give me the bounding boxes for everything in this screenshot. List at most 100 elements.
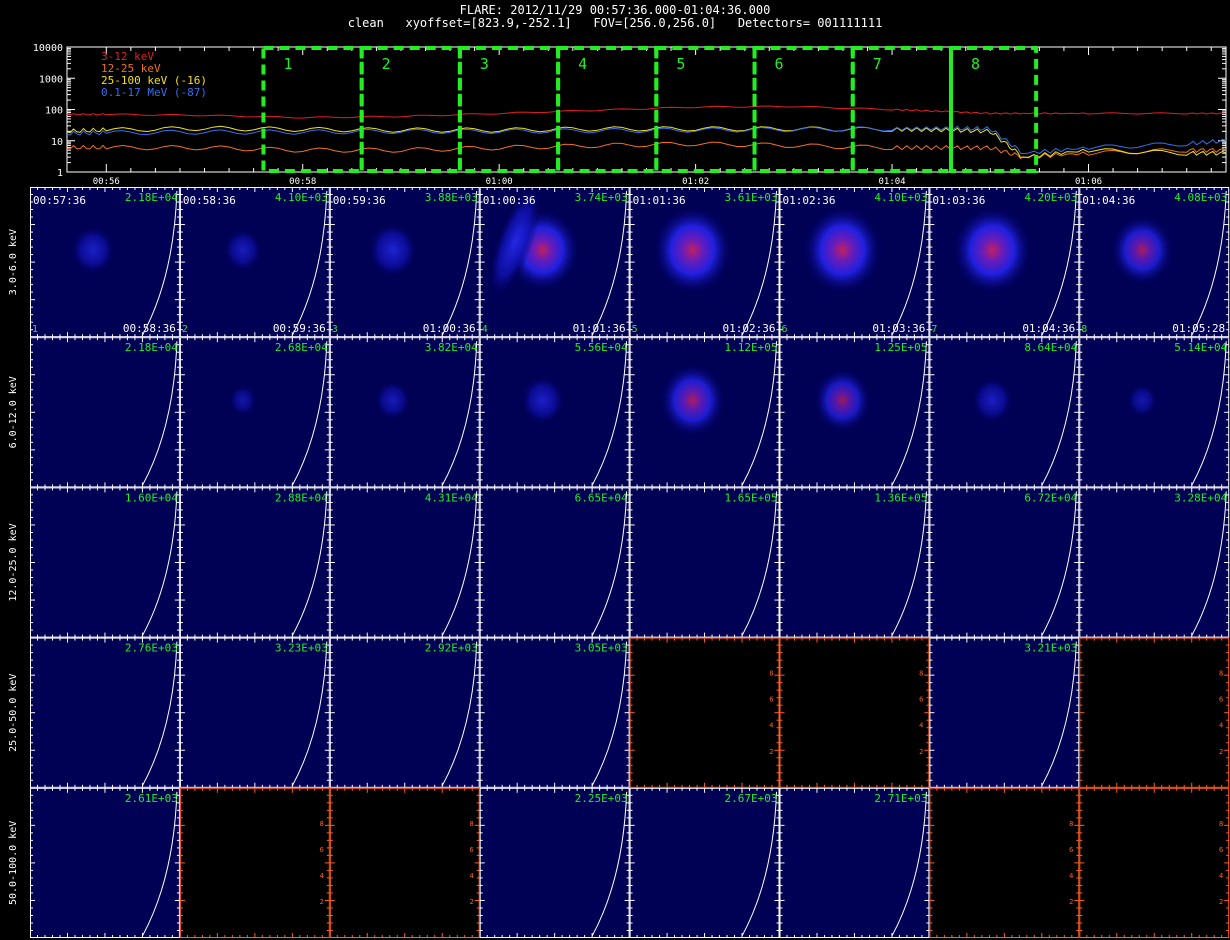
panel-background xyxy=(179,637,330,788)
image-panel: 3.88E+03 00:59:36 01:00:36 3 xyxy=(329,187,480,338)
image-panel: 2 4 6 8 xyxy=(629,637,780,788)
empty-axis-label: 2 xyxy=(769,748,773,756)
peak-value-label: 2.88E+04 xyxy=(275,491,328,504)
source-blob xyxy=(374,380,411,421)
image-panel: 3.61E+03 01:01:36 01:02:36 5 xyxy=(629,187,780,338)
image-panel: 4.20E+03 01:03:36 01:04:36 7 xyxy=(929,187,1080,338)
interval-number: 6 xyxy=(782,324,788,335)
image-panel: 2.76E+03 xyxy=(30,637,180,788)
peak-value-label: 5.56E+04 xyxy=(575,341,628,354)
empty-axis-label: 4 xyxy=(1219,872,1223,880)
peak-value-label: 4.10E+03 xyxy=(874,191,927,204)
empty-axis-label: 2 xyxy=(469,898,473,906)
empty-axis-label: 2 xyxy=(1219,748,1223,756)
empty-axis-label: 8 xyxy=(919,670,923,678)
energy-band-label: 50.0-100.0 keV xyxy=(8,821,19,905)
image-panel: 4.08E+03 01:04:36 01:05:28 8 xyxy=(1079,187,1230,338)
peak-value-label: 8.64E+04 xyxy=(1024,341,1077,354)
empty-axis-label: 4 xyxy=(320,872,324,880)
interval-number: 1 xyxy=(32,324,38,335)
peak-value-label: 3.21E+03 xyxy=(1024,642,1077,655)
image-panel: 4.10E+03 01:02:36 01:03:36 6 xyxy=(779,187,930,338)
panel-end-time: 01:02:36 xyxy=(723,322,776,335)
energy-band-label: 12.0-25.0 keV xyxy=(8,523,19,601)
empty-axis-label: 2 xyxy=(1069,898,1073,906)
empty-axis-label: 6 xyxy=(919,696,923,704)
image-panel: 2.92E+03 xyxy=(329,637,480,788)
empty-axis-label: 6 xyxy=(1219,696,1223,704)
panel-background xyxy=(179,337,330,488)
panel-start-time: 00:59:36 xyxy=(333,194,386,207)
source-blob xyxy=(802,206,883,295)
panel-start-time: 01:03:36 xyxy=(932,194,985,207)
image-panel: 1.65E+05 xyxy=(629,487,780,638)
source-blob xyxy=(520,375,565,425)
peak-value-label: 4.20E+03 xyxy=(1024,191,1077,204)
image-panel: 5.56E+04 xyxy=(479,337,630,488)
image-panel: 2 4 6 8 xyxy=(779,637,930,788)
energy-band-label: 3.0-6.0 keV xyxy=(8,229,19,295)
image-panel: 2.61E+03 xyxy=(30,787,180,938)
panel-background xyxy=(779,787,930,938)
peak-value-label: 2.18E+04 xyxy=(125,191,178,204)
panel-background xyxy=(779,487,930,638)
empty-axis-label: 2 xyxy=(919,748,923,756)
peak-value-label: 4.10E+03 xyxy=(275,191,328,204)
image-panel: 2 4 6 8 xyxy=(929,787,1080,938)
peak-value-label: 1.12E+05 xyxy=(725,341,778,354)
image-panel: 3.28E+04 xyxy=(1079,487,1230,638)
panel-background xyxy=(629,487,780,638)
panel-background xyxy=(30,637,180,788)
panel-start-time: 01:02:36 xyxy=(783,194,836,207)
image-panel: 2 4 6 8 xyxy=(1079,637,1230,788)
energy-band-label: 6.0-12.0 keV xyxy=(8,376,19,448)
panel-start-time: 01:01:36 xyxy=(633,194,686,207)
image-panel: 3.74E+03 01:00:36 01:01:36 4 xyxy=(479,185,630,338)
panel-end-time: 01:00:36 xyxy=(423,322,476,335)
peak-value-label: 1.25E+05 xyxy=(874,341,927,354)
panel-background xyxy=(479,787,630,938)
source-blob xyxy=(659,363,726,437)
panel-background xyxy=(779,637,930,788)
source-blob xyxy=(652,206,733,295)
interval-number: 3 xyxy=(332,324,338,335)
empty-axis-label: 2 xyxy=(320,898,324,906)
peak-value-label: 1.65E+05 xyxy=(725,491,778,504)
panel-background xyxy=(329,487,480,638)
image-panel: 5.14E+04 xyxy=(1079,337,1230,488)
peak-value-label: 1.60E+04 xyxy=(125,491,178,504)
image-panel: 3.23E+03 xyxy=(179,637,330,788)
image-panel: 6.65E+04 xyxy=(479,487,630,638)
panel-end-time: 00:59:36 xyxy=(273,322,326,335)
peak-value-label: 3.74E+03 xyxy=(575,191,628,204)
image-panel: 2.88E+04 xyxy=(179,487,330,638)
peak-value-label: 3.82E+04 xyxy=(425,341,478,354)
peak-value-label: 4.08E+03 xyxy=(1174,191,1227,204)
panel-background xyxy=(30,337,180,488)
panel-background xyxy=(1079,487,1230,638)
source-blob xyxy=(70,225,116,275)
panel-background xyxy=(479,637,630,788)
panel-end-time: 01:04:36 xyxy=(1022,322,1075,335)
energy-band-label: 25.0-50.0 keV xyxy=(8,674,19,752)
panel-end-time: 01:01:36 xyxy=(573,322,626,335)
image-panel: 2 4 6 8 xyxy=(329,787,480,938)
panel-background xyxy=(1079,787,1230,938)
peak-value-label: 3.23E+03 xyxy=(275,642,328,655)
interval-number: 4 xyxy=(482,324,488,335)
panel-background xyxy=(629,787,780,938)
peak-value-label: 6.65E+04 xyxy=(575,491,628,504)
interval-number: 2 xyxy=(182,324,188,335)
peak-value-label: 4.31E+04 xyxy=(425,491,478,504)
peak-value-label: 1.36E+05 xyxy=(874,491,927,504)
panel-background xyxy=(329,637,480,788)
interval-number: 8 xyxy=(1081,324,1087,335)
empty-axis-label: 6 xyxy=(1219,846,1223,854)
image-panel: 3.82E+04 xyxy=(329,337,480,488)
peak-value-label: 5.14E+04 xyxy=(1174,341,1227,354)
peak-value-label: 3.61E+03 xyxy=(725,191,778,204)
source-blob xyxy=(1126,383,1158,418)
empty-axis-label: 8 xyxy=(1219,670,1223,678)
image-panel: 1.36E+05 xyxy=(779,487,930,638)
peak-value-label: 3.88E+03 xyxy=(425,191,478,204)
